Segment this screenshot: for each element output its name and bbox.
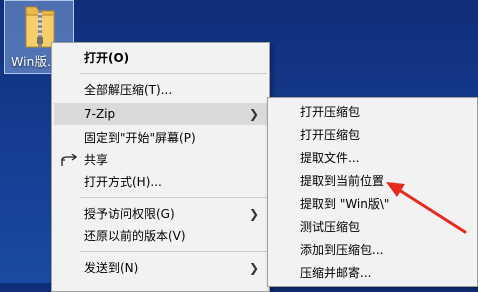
menu-separator <box>80 73 267 74</box>
chevron-right-icon: ❯ <box>248 261 259 275</box>
menu-item-7zip-label: 7-Zip <box>84 107 116 121</box>
submenu-item-compress-and-email[interactable]: 压缩并邮寄... <box>270 262 475 284</box>
menu-item-7zip[interactable]: 7-Zip ❯ <box>54 103 267 125</box>
menu-item-share[interactable]: 共享 <box>54 149 267 171</box>
menu-item-send-to[interactable]: 发送到(N) ❯ <box>54 257 267 279</box>
menu-item-send-to-label: 发送到(N) <box>84 261 139 275</box>
menu-item-restore-versions[interactable]: 还原以前的版本(V) <box>54 225 267 247</box>
desktop: Win版... 打开(O) 全部解压缩(T)... 7-Zip ❯ 固定到"开始… <box>0 0 478 292</box>
menu-item-grant-access-label: 授予访问权限(G) <box>84 207 175 221</box>
submenu-item-extract-here[interactable]: 提取到当前位置 <box>270 170 475 192</box>
submenu-item-open-archive[interactable]: 打开压缩包 <box>270 101 475 123</box>
menu-separator <box>80 197 267 198</box>
share-icon <box>61 154 77 166</box>
submenu-item-add-to-archive[interactable]: 添加到压缩包... <box>270 239 475 261</box>
submenu-item-open-archive-2[interactable]: 打开压缩包 <box>270 124 475 146</box>
submenu-item-extract-to-folder[interactable]: 提取到 "Win版\" <box>270 193 475 215</box>
context-menu: 打开(O) 全部解压缩(T)... 7-Zip ❯ 固定到"开始"屏幕(P) 共… <box>51 42 270 292</box>
submenu-item-extract-files[interactable]: 提取文件... <box>270 147 475 169</box>
submenu-item-test-archive[interactable]: 测试压缩包 <box>270 216 475 238</box>
menu-item-pin-to-start[interactable]: 固定到"开始"屏幕(P) <box>54 127 267 149</box>
menu-separator <box>80 251 267 252</box>
menu-item-open[interactable]: 打开(O) <box>54 47 267 69</box>
chevron-right-icon: ❯ <box>248 107 259 121</box>
7zip-submenu: 打开压缩包 打开压缩包 提取文件... 提取到当前位置 提取到 "Win版\" … <box>267 97 478 287</box>
chevron-right-icon: ❯ <box>248 207 259 221</box>
menu-item-open-with[interactable]: 打开方式(H)... <box>54 171 267 193</box>
menu-item-share-label: 共享 <box>84 153 109 167</box>
menu-item-grant-access[interactable]: 授予访问权限(G) ❯ <box>54 203 267 225</box>
menu-item-extract-all[interactable]: 全部解压缩(T)... <box>54 79 267 101</box>
